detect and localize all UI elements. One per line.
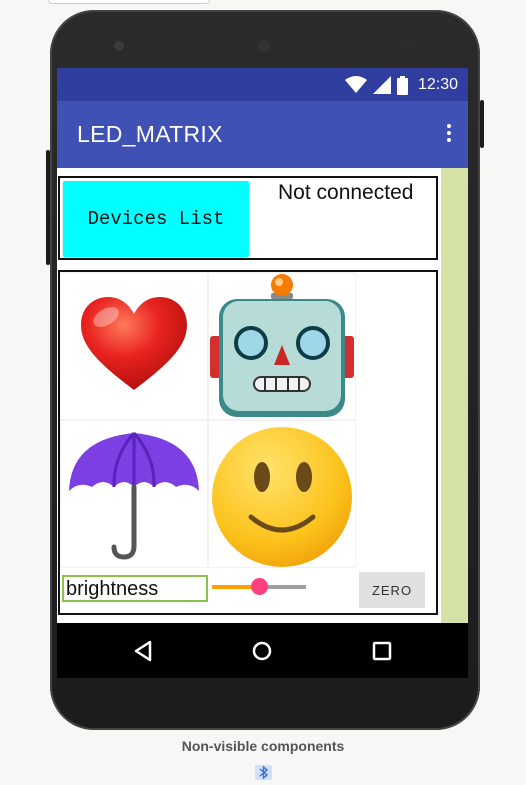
power-button [480, 100, 484, 148]
emoji-button-umbrella[interactable] [61, 421, 207, 567]
home-icon[interactable] [248, 637, 276, 665]
back-icon[interactable] [130, 637, 158, 665]
wifi-icon [344, 76, 367, 93]
battery-icon [396, 75, 408, 95]
emoji-panel: brightness ZERO [58, 270, 438, 615]
more-vert-icon[interactable] [446, 124, 452, 146]
slider-thumb[interactable] [250, 578, 268, 595]
navigation-bar [57, 623, 468, 678]
emoji-button-robot[interactable] [209, 273, 355, 419]
brightness-field[interactable]: brightness [62, 575, 208, 602]
connection-status: Not connected [278, 181, 414, 204]
phone-screen: 12:30 LED_MATRIX Devices List Not connec… [57, 68, 468, 678]
smiley-icon [212, 427, 352, 567]
non-visible-components-label: Non-visible components [181, 738, 345, 754]
heart-icon [81, 297, 187, 390]
brightness-slider[interactable] [210, 572, 308, 602]
content-area: Devices List Not connected brightness ZE… [57, 168, 468, 623]
emoji-button-heart[interactable] [61, 273, 207, 419]
recents-icon[interactable] [368, 637, 396, 665]
app-bar: LED_MATRIX [57, 101, 468, 168]
devices-list-button[interactable]: Devices List [63, 181, 249, 257]
signal-icon [372, 76, 391, 94]
robot-icon [210, 274, 354, 417]
emoji-button-smiley[interactable] [209, 421, 355, 567]
bluetooth-icon[interactable] [255, 765, 272, 780]
umbrella-icon [69, 432, 199, 560]
front-camera [114, 41, 124, 51]
zero-button[interactable]: ZERO [359, 572, 425, 608]
earpiece-speaker [255, 37, 273, 55]
connection-panel: Devices List Not connected [58, 176, 438, 260]
volume-button [46, 150, 50, 265]
proximity-sensor [395, 42, 419, 48]
scroll-strip [441, 168, 468, 623]
status-bar: 12:30 [57, 68, 468, 101]
app-title: LED_MATRIX [77, 121, 223, 147]
status-time: 12:30 [417, 76, 458, 93]
device-top-edge [48, 0, 210, 4]
